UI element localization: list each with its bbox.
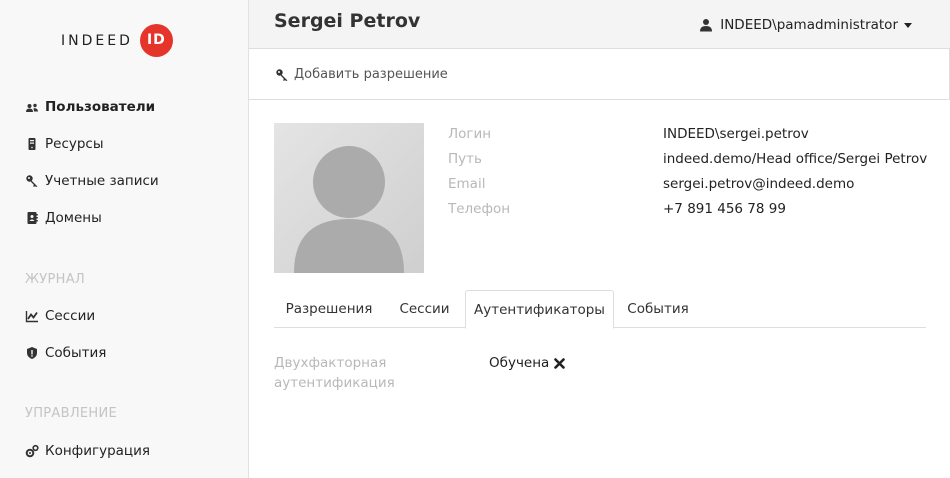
sidebar-item-users[interactable]: Пользователи <box>25 99 155 115</box>
two-factor-label: Двухфакторная аутентификация <box>274 353 414 393</box>
logo-badge: ID <box>139 23 173 57</box>
two-factor-status: Обучена <box>489 353 566 373</box>
app-window: INDEED ID Пользователи Ресурсы Учетные з… <box>0 0 950 478</box>
header: Sergei Petrov INDEED\pamadministrator <box>249 0 950 49</box>
add-permission-button[interactable]: Добавить разрешение <box>275 67 448 82</box>
tab-bar: Разрешения Сессии Аутентификаторы Событи… <box>274 290 926 329</box>
add-permission-label: Добавить разрешение <box>294 67 448 82</box>
sidebar-item-label: Пользователи <box>45 99 156 115</box>
chart-icon <box>25 309 39 323</box>
email-value: sergei.petrov@indeed.demo <box>663 176 855 192</box>
key-icon <box>275 68 289 82</box>
sidebar-item-sessions[interactable]: Сессии <box>25 308 95 324</box>
chevron-down-icon <box>904 23 912 28</box>
page-title: Sergei Petrov <box>274 10 421 32</box>
users-icon <box>25 100 39 114</box>
tab-sessions[interactable]: Сессии <box>384 290 465 328</box>
tab-authenticators[interactable]: Аутентификаторы <box>465 290 614 329</box>
phone-value: +7 891 456 78 99 <box>663 201 786 217</box>
sidebar-item-accounts[interactable]: Учетные записи <box>25 173 159 189</box>
avatar <box>274 123 424 273</box>
cogs-icon <box>25 444 39 458</box>
sidebar-item-configuration[interactable]: Конфигурация <box>25 443 150 459</box>
two-factor-status-text: Обучена <box>489 355 550 371</box>
path-value: indeed.demo/Head office/Sergei Petrov <box>663 151 928 167</box>
path-label: Путь <box>448 151 482 167</box>
two-factor-label-line1: Двухфакторная <box>274 355 387 371</box>
journal-heading: ЖУРНАЛ <box>25 272 86 287</box>
tab-events[interactable]: События <box>614 290 702 328</box>
logo-text: INDEED <box>61 32 133 49</box>
sidebar-item-events[interactable]: События <box>25 345 106 361</box>
sidebar-item-label: События <box>45 345 107 361</box>
server-icon <box>25 137 39 151</box>
sidebar-item-label: Домены <box>45 210 102 226</box>
email-label: Email <box>448 176 486 192</box>
shield-alert-icon <box>25 346 39 360</box>
login-label: Логин <box>448 126 492 142</box>
manage-heading: УПРАВЛЕНИЕ <box>25 406 118 421</box>
sidebar-item-label: Учетные записи <box>45 173 159 189</box>
phone-label: Телефон <box>448 201 511 217</box>
logo[interactable]: INDEED ID <box>61 23 173 57</box>
sidebar-item-domains[interactable]: Домены <box>25 210 102 226</box>
close-icon[interactable] <box>554 357 566 369</box>
user-icon <box>699 18 713 32</box>
key-icon <box>25 174 39 188</box>
sidebar-item-label: Конфигурация <box>45 443 150 459</box>
sidebar: INDEED ID Пользователи Ресурсы Учетные з… <box>0 0 249 478</box>
user-menu-label: INDEED\pamadministrator <box>720 17 898 33</box>
toolbar: Добавить разрешение <box>249 49 950 100</box>
sidebar-item-label: Сессии <box>45 308 96 324</box>
sidebar-item-label: Ресурсы <box>45 136 104 152</box>
login-value: INDEED\sergei.petrov <box>663 126 809 142</box>
two-factor-label-line2: аутентификация <box>274 375 395 391</box>
address-book-icon <box>25 211 39 225</box>
tab-permissions[interactable]: Разрешения <box>274 290 384 328</box>
sidebar-item-resources[interactable]: Ресурсы <box>25 136 104 152</box>
user-menu[interactable]: INDEED\pamadministrator <box>699 17 912 33</box>
